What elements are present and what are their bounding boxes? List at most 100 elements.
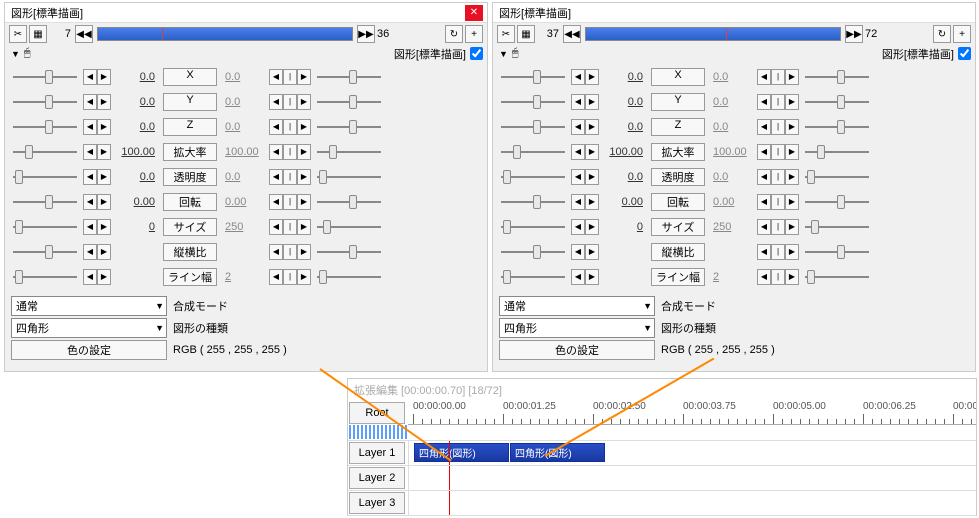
- param-value-out[interactable]: 0.0: [709, 171, 753, 183]
- titlebar[interactable]: 図形[標準描画]: [493, 3, 975, 23]
- param-slider-out[interactable]: [315, 268, 383, 286]
- layer-label[interactable]: Layer 1: [349, 442, 405, 464]
- param-spin-in[interactable]: ◀▶: [571, 269, 599, 285]
- spin-down-icon[interactable]: ◀: [269, 69, 283, 85]
- cut-icon[interactable]: ✂: [9, 25, 27, 43]
- timeline-ruler[interactable]: 00:00:00.0000:00:01.2500:00:02.5000:00:0…: [408, 401, 976, 425]
- param-slider-in[interactable]: [11, 93, 79, 111]
- spin-down-icon[interactable]: ◀: [571, 194, 585, 210]
- spin-up-icon[interactable]: ▶: [97, 69, 111, 85]
- layer-label[interactable]: Layer 3: [349, 492, 405, 514]
- spin-mid-icon[interactable]: |: [771, 194, 785, 210]
- spin-up-icon[interactable]: ▶: [97, 269, 111, 285]
- spin-up-icon[interactable]: ▶: [297, 144, 311, 160]
- spin-mid-icon[interactable]: |: [771, 144, 785, 160]
- param-value-in[interactable]: 0.0: [115, 96, 159, 108]
- param-spin-in[interactable]: ◀▶: [571, 244, 599, 260]
- param-slider-out[interactable]: [315, 218, 383, 236]
- param-value-in[interactable]: 0.0: [603, 96, 647, 108]
- param-spin-out[interactable]: ◀|▶: [269, 219, 311, 235]
- playhead[interactable]: [449, 466, 450, 490]
- param-value-out[interactable]: 0.0: [221, 121, 265, 133]
- param-label-button[interactable]: 縦横比: [651, 243, 705, 261]
- titlebar[interactable]: 図形[標準描画] ✕: [5, 3, 487, 23]
- blend-mode-combo[interactable]: 通常▼: [499, 296, 655, 316]
- grid-icon[interactable]: ▦: [29, 25, 47, 43]
- spin-mid-icon[interactable]: |: [283, 194, 297, 210]
- spin-down-icon[interactable]: ◀: [269, 219, 283, 235]
- param-value-in[interactable]: 0.00: [115, 196, 159, 208]
- param-spin-in[interactable]: ◀▶: [83, 119, 111, 135]
- param-label-button[interactable]: ライン幅: [163, 268, 217, 286]
- param-slider-in[interactable]: [499, 143, 567, 161]
- param-slider-out[interactable]: [315, 193, 383, 211]
- param-spin-out[interactable]: ◀|▶: [269, 94, 311, 110]
- spin-down-icon[interactable]: ◀: [571, 94, 585, 110]
- spin-down-icon[interactable]: ◀: [757, 194, 771, 210]
- param-label-button[interactable]: Y: [163, 93, 217, 111]
- seek-start-icon[interactable]: ◀◀: [563, 25, 581, 43]
- param-spin-in[interactable]: ◀▶: [571, 119, 599, 135]
- param-spin-in[interactable]: ◀▶: [83, 69, 111, 85]
- spin-up-icon[interactable]: ▶: [585, 144, 599, 160]
- spin-up-icon[interactable]: ▶: [785, 169, 799, 185]
- param-label-button[interactable]: Y: [651, 93, 705, 111]
- spin-up-icon[interactable]: ▶: [97, 194, 111, 210]
- param-slider-out[interactable]: [315, 93, 383, 111]
- param-slider-out[interactable]: [803, 243, 871, 261]
- refresh-icon[interactable]: ↻: [933, 25, 951, 43]
- param-spin-in[interactable]: ◀▶: [83, 194, 111, 210]
- spin-up-icon[interactable]: ▶: [585, 244, 599, 260]
- spin-mid-icon[interactable]: |: [283, 244, 297, 260]
- param-slider-out[interactable]: [803, 218, 871, 236]
- param-value-out[interactable]: 250: [709, 221, 753, 233]
- layer-label[interactable]: Layer 2: [349, 467, 405, 489]
- spin-up-icon[interactable]: ▶: [297, 269, 311, 285]
- param-label-button[interactable]: Z: [163, 118, 217, 136]
- param-value-in[interactable]: 0.0: [115, 171, 159, 183]
- root-button[interactable]: Root: [349, 402, 405, 424]
- param-slider-in[interactable]: [499, 93, 567, 111]
- color-settings-button[interactable]: 色の設定: [499, 340, 655, 360]
- param-spin-out[interactable]: ◀|▶: [269, 144, 311, 160]
- spin-down-icon[interactable]: ◀: [83, 94, 97, 110]
- spin-down-icon[interactable]: ◀: [269, 119, 283, 135]
- spin-up-icon[interactable]: ▶: [97, 119, 111, 135]
- color-settings-button[interactable]: 色の設定: [11, 340, 167, 360]
- param-slider-out[interactable]: [315, 243, 383, 261]
- spin-up-icon[interactable]: ▶: [585, 169, 599, 185]
- param-slider-out[interactable]: [803, 268, 871, 286]
- param-spin-in[interactable]: ◀▶: [571, 194, 599, 210]
- spin-up-icon[interactable]: ▶: [297, 94, 311, 110]
- param-slider-out[interactable]: [803, 118, 871, 136]
- param-slider-in[interactable]: [499, 243, 567, 261]
- spin-up-icon[interactable]: ▶: [785, 144, 799, 160]
- spin-down-icon[interactable]: ◀: [83, 219, 97, 235]
- param-value-in[interactable]: 0.0: [603, 121, 647, 133]
- layer-track[interactable]: 四角形(図形)四角形(図形): [408, 441, 976, 465]
- param-spin-out[interactable]: ◀|▶: [269, 169, 311, 185]
- param-spin-out[interactable]: ◀|▶: [269, 194, 311, 210]
- param-slider-out[interactable]: [803, 168, 871, 186]
- param-label-button[interactable]: 拡大率: [651, 143, 705, 161]
- param-value-in[interactable]: 0.0: [115, 71, 159, 83]
- spin-down-icon[interactable]: ◀: [269, 194, 283, 210]
- param-value-out[interactable]: 2: [221, 271, 265, 283]
- param-label-button[interactable]: 回転: [651, 193, 705, 211]
- param-value-out[interactable]: 0.0: [221, 71, 265, 83]
- spin-down-icon[interactable]: ◀: [757, 144, 771, 160]
- spin-up-icon[interactable]: ▶: [785, 119, 799, 135]
- param-spin-in[interactable]: ◀▶: [571, 144, 599, 160]
- spin-down-icon[interactable]: ◀: [757, 244, 771, 260]
- spin-down-icon[interactable]: ◀: [83, 119, 97, 135]
- shape-type-combo[interactable]: 四角形▼: [499, 318, 655, 338]
- param-value-in[interactable]: 100.00: [115, 146, 159, 158]
- param-spin-out[interactable]: ◀|▶: [757, 94, 799, 110]
- timeline-zoom-strip[interactable]: [349, 425, 407, 439]
- param-label-button[interactable]: 縦横比: [163, 243, 217, 261]
- param-label-button[interactable]: 回転: [163, 193, 217, 211]
- param-slider-out[interactable]: [803, 68, 871, 86]
- param-slider-out[interactable]: [803, 193, 871, 211]
- param-value-out[interactable]: 0.00: [221, 196, 265, 208]
- spin-up-icon[interactable]: ▶: [785, 219, 799, 235]
